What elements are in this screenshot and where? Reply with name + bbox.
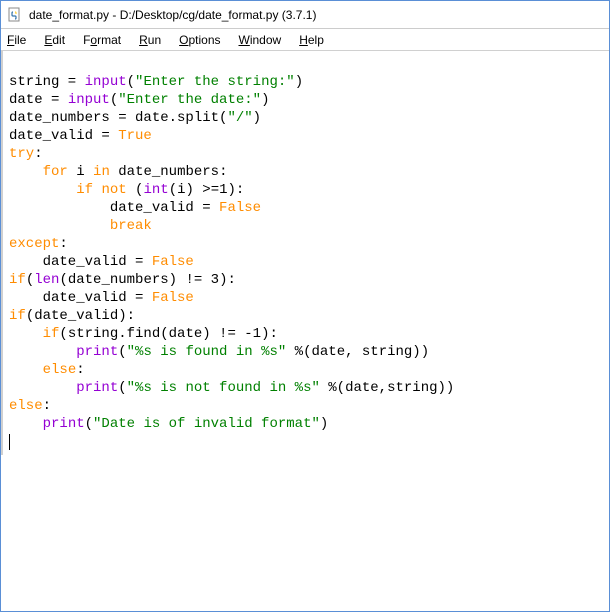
code-line: date_numbers = date.split("/") bbox=[9, 110, 261, 126]
menubar: File Edit Format Run Options Window Help bbox=[1, 29, 609, 51]
menu-file[interactable]: File bbox=[5, 31, 28, 49]
titlebar: date_format.py - D:/Desktop/cg/date_form… bbox=[1, 1, 609, 29]
code-line: for i in date_numbers: bbox=[9, 164, 227, 180]
code-line: print("%s is not found in %s" %(date,str… bbox=[9, 380, 454, 396]
code-line: else: bbox=[9, 362, 85, 378]
code-line: date_valid = False bbox=[9, 200, 261, 216]
code-line: date_valid = True bbox=[9, 128, 152, 144]
code-line: print("Date is of invalid format") bbox=[9, 416, 328, 432]
code-line: print("%s is found in %s" %(date, string… bbox=[9, 344, 429, 360]
code-line: except: bbox=[9, 236, 68, 252]
code-line: if not (int(i) >=1): bbox=[9, 182, 244, 198]
python-file-icon bbox=[7, 7, 23, 23]
code-line: break bbox=[9, 218, 152, 234]
code-line: try: bbox=[9, 146, 43, 162]
menu-run[interactable]: Run bbox=[137, 31, 163, 49]
menu-format[interactable]: Format bbox=[81, 31, 123, 49]
menu-help[interactable]: Help bbox=[297, 31, 326, 49]
code-line: date = input("Enter the date:") bbox=[9, 92, 269, 108]
code-editor[interactable]: string = input("Enter the string:") date… bbox=[1, 51, 609, 455]
code-line: string = input("Enter the string:") bbox=[9, 74, 303, 90]
window-title: date_format.py - D:/Desktop/cg/date_form… bbox=[29, 8, 316, 22]
code-line: else: bbox=[9, 398, 51, 414]
menu-window[interactable]: Window bbox=[237, 31, 284, 49]
code-line: if(string.find(date) != -1): bbox=[9, 326, 278, 342]
menu-edit[interactable]: Edit bbox=[42, 31, 67, 49]
code-line: date_valid = False bbox=[9, 254, 194, 270]
code-line: if(len(date_numbers) != 3): bbox=[9, 272, 236, 288]
code-line: if(date_valid): bbox=[9, 308, 135, 324]
code-line: date_valid = False bbox=[9, 290, 194, 306]
menu-options[interactable]: Options bbox=[177, 31, 222, 49]
text-cursor bbox=[9, 434, 10, 450]
